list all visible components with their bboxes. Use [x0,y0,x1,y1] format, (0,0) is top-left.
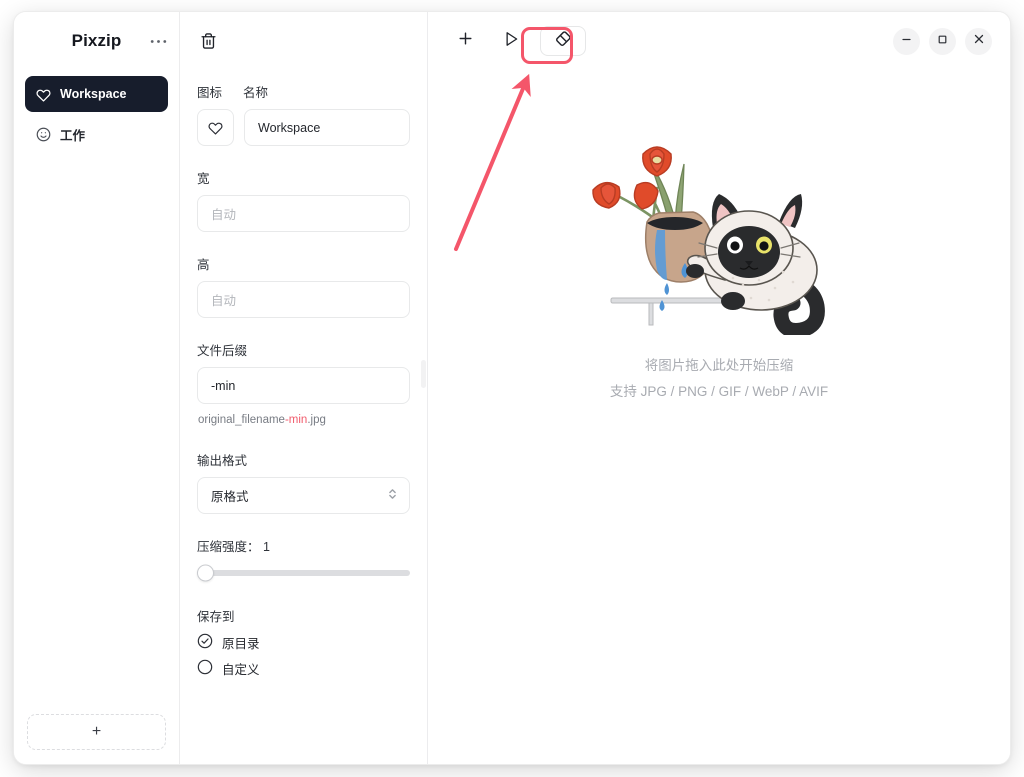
suffix-hint-highlight: -min [284,414,308,426]
minimize-button[interactable] [893,27,920,55]
plus-icon: + [91,723,102,740]
save-to-label: 保存到 [197,610,235,624]
add-images-button[interactable] [448,26,482,56]
quality-field-group: 压缩强度： 1 [197,536,410,582]
suffix-input[interactable]: -min [197,367,410,404]
radio-checked-icon [197,633,213,652]
save-option-custom[interactable]: 自定义 [197,659,410,678]
sidebar-item-work[interactable]: 工作 [25,116,168,152]
app-window: Pixzip Workspace 工作 + 图标 名称 Workspace 宽 … [14,12,1010,764]
quality-slider-thumb[interactable] [197,564,214,582]
trash-icon[interactable] [195,28,221,54]
eraser-icon [554,29,573,53]
smiley-icon [36,127,51,142]
settings-scroll-area: 图标 名称 Workspace 宽 自动 高 自动 文件后缀 -min orig… [180,70,427,764]
height-field-group: 高 自动 [197,254,410,318]
output-format-select[interactable]: 原格式 [197,477,410,514]
radio-unchecked-icon [197,659,213,678]
dropzone-line2: 支持 JPG / PNG / GIF / WebP / AVIF [609,384,829,399]
minimize-icon [901,32,912,50]
suffix-field-group: 文件后缀 -min [197,340,410,404]
cat-pushing-vase-illustration [592,146,825,335]
height-input[interactable]: 自动 [197,281,410,318]
sidebar-item-label: Workspace [60,87,127,101]
close-button[interactable] [965,27,992,55]
icon-field-label: 图标 [197,86,223,100]
sidebar-header: Pixzip [14,12,179,70]
height-label: 高 [197,258,210,272]
add-workspace-button[interactable]: + [27,714,166,750]
format-label: 输出格式 [197,454,248,468]
main-toolbar [428,12,1010,70]
plus-icon [457,30,474,52]
maximize-button[interactable] [929,27,956,55]
icon-name-row: Workspace [197,109,410,146]
sidebar: Pixzip Workspace 工作 + [14,12,180,764]
sidebar-item-workspace[interactable]: Workspace [25,76,168,112]
workspace-settings-panel: 图标 名称 Workspace 宽 自动 高 自动 文件后缀 -min orig… [180,12,428,764]
dropzone-line1: 将图片拖入此处开始压缩 [644,358,794,373]
workspace-name-input[interactable]: Workspace [244,109,410,146]
settings-toolbar [180,12,427,70]
save-to-group: 保存到 原目录 自定义 [197,606,410,678]
start-compress-button[interactable] [494,26,528,56]
play-icon [504,31,519,52]
save-option-label: 原目录 [222,637,260,651]
save-option-original[interactable]: 原目录 [197,633,410,652]
width-field-group: 宽 自动 [197,168,410,232]
suffix-hint: original_filename-min.jpg [198,414,410,426]
sidebar-list: Workspace 工作 [14,70,179,156]
output-format-value: 原格式 [211,490,249,504]
heart-icon [208,122,223,135]
main-content: 将图片拖入此处开始压缩 支持 JPG / PNG / GIF / WebP / … [428,12,1010,764]
icon-name-labels: 图标 名称 [197,82,410,101]
format-field-group: 输出格式 原格式 [197,450,410,514]
heart-icon [36,87,51,102]
suffix-hint-ext: .jpg [307,414,326,426]
sidebar-item-label: 工作 [60,128,86,143]
suffix-hint-prefix: original_filename [198,414,285,426]
maximize-icon [937,32,948,50]
ellipsis-icon[interactable] [147,30,169,52]
chevron-updown-icon [387,487,398,504]
name-field-label: 名称 [243,86,269,100]
window-controls [893,27,992,55]
dropzone-text: 将图片拖入此处开始压缩 支持 JPG / PNG / GIF / WebP / … [610,353,828,405]
clear-list-button[interactable] [540,26,586,56]
width-input[interactable]: 自动 [197,195,410,232]
quality-slider[interactable] [197,564,410,582]
quality-label: 压缩强度： 1 [197,540,270,554]
save-option-label: 自定义 [222,663,260,677]
app-title: Pixzip [71,31,122,50]
dropzone[interactable]: 将图片拖入此处开始压缩 支持 JPG / PNG / GIF / WebP / … [428,70,1010,764]
width-label: 宽 [197,172,210,186]
suffix-label: 文件后缀 [197,344,248,358]
close-icon [973,32,985,50]
settings-scrollbar[interactable] [421,360,426,388]
icon-picker-button[interactable] [197,109,234,146]
